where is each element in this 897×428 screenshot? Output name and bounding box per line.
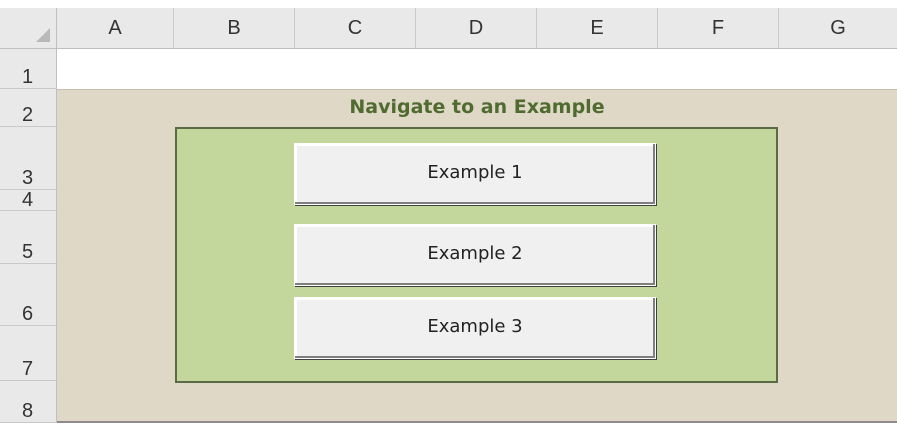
column-header-c[interactable]: C xyxy=(295,8,416,48)
row-number: 4 xyxy=(22,189,34,211)
row-number: 3 xyxy=(22,167,34,189)
example-3-button[interactable]: Example 3 xyxy=(294,297,656,359)
column-header-e[interactable]: E xyxy=(537,8,658,48)
example-2-button[interactable]: Example 2 xyxy=(294,224,656,286)
row-header-3[interactable]: 3 xyxy=(0,127,57,190)
select-all-corner[interactable] xyxy=(0,8,57,48)
column-header-g[interactable]: G xyxy=(779,8,897,48)
row-header-2[interactable]: 2 xyxy=(0,89,57,127)
row-header-4[interactable]: 4 xyxy=(0,189,57,211)
column-header-a[interactable]: A xyxy=(57,8,174,48)
row-number: 8 xyxy=(22,400,34,422)
row-header-5[interactable]: 5 xyxy=(0,211,57,264)
column-header-f[interactable]: F xyxy=(658,8,779,48)
spreadsheet: A B C D E F G 1 2 3 4 5 6 7 8 Navigate t… xyxy=(0,0,897,428)
example-1-button[interactable]: Example 1 xyxy=(294,143,656,205)
column-header-row: A B C D E F G xyxy=(0,8,897,49)
select-all-triangle-icon xyxy=(36,28,50,42)
row-header-6[interactable]: 6 xyxy=(0,264,57,326)
column-header-d[interactable]: D xyxy=(416,8,537,48)
row-number: 7 xyxy=(22,358,34,380)
page-title: Navigate to an Example xyxy=(349,96,605,118)
row-number: 1 xyxy=(22,66,34,88)
row-header-7[interactable]: 7 xyxy=(0,326,57,381)
row-number: 2 xyxy=(22,104,34,126)
row-header-8[interactable]: 8 xyxy=(0,381,57,423)
row-header-1[interactable]: 1 xyxy=(0,49,57,89)
column-header-b[interactable]: B xyxy=(174,8,295,48)
row-number: 6 xyxy=(22,303,34,325)
row-number: 5 xyxy=(22,241,34,263)
